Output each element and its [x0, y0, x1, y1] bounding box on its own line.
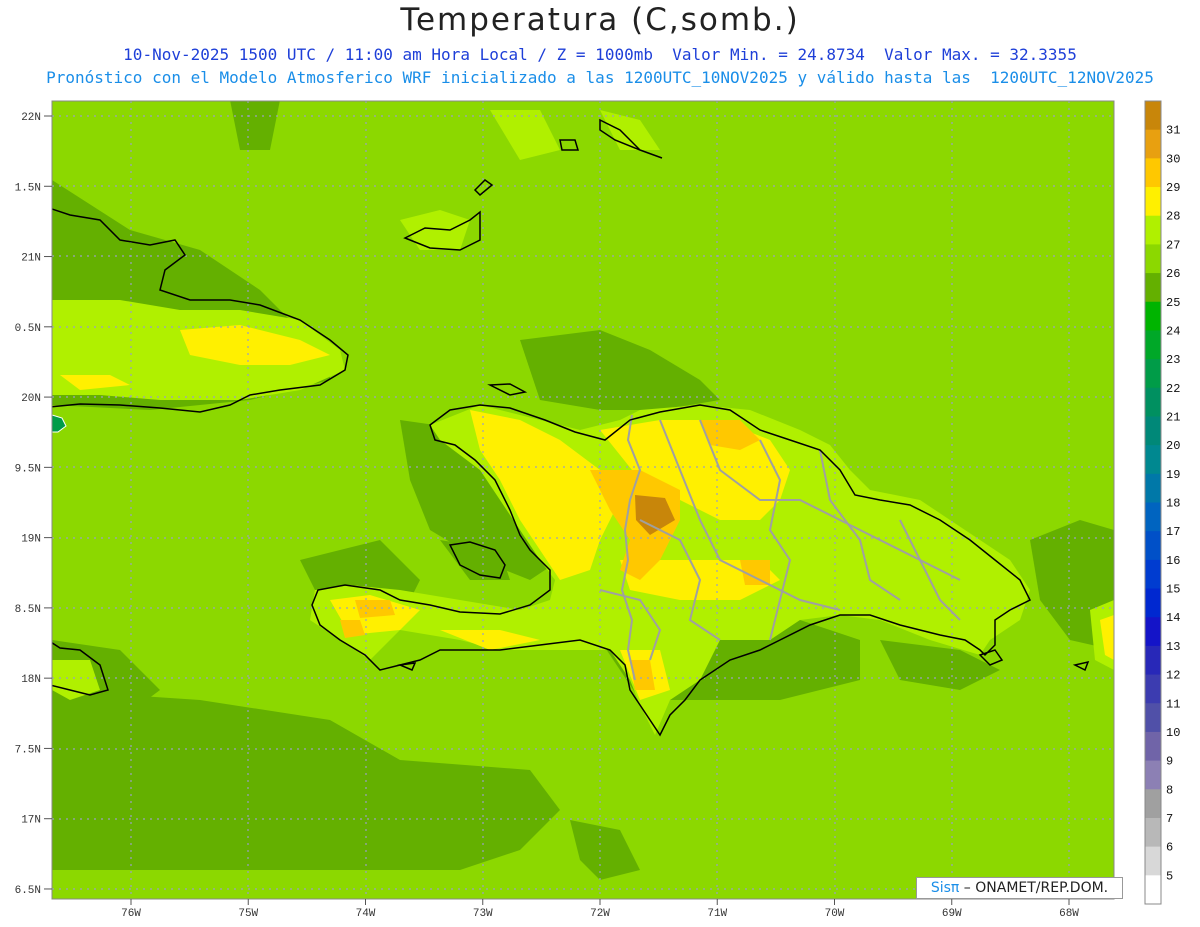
map-field: [52, 101, 1114, 899]
colorbar-label: 15: [1166, 583, 1180, 597]
lon-label: 76W: [121, 908, 141, 920]
colorbar-label: 19: [1166, 468, 1180, 482]
colorbar-label: 31: [1166, 124, 1180, 138]
colorbar-label: 21: [1166, 410, 1180, 424]
colorbar-swatch: [1145, 731, 1161, 762]
colorbar-label: 13: [1166, 640, 1180, 654]
lon-label: 72W: [590, 908, 610, 920]
colorbar-swatch: [1145, 158, 1161, 188]
brand-mark: Sisπ: [930, 880, 960, 896]
colorbar-label: 7: [1166, 812, 1173, 826]
lat-label: 20N: [21, 393, 41, 405]
colorbar-swatch: [1145, 187, 1161, 217]
lat-label: 19N: [21, 534, 41, 546]
colorbar-swatch: [1145, 531, 1161, 561]
colorbar-swatch: [1145, 359, 1161, 389]
colorbar: 31 30 29 28 27 26 25 24 23 22 21 20 19 18 17 16 15 14 13 12…: [1144, 100, 1180, 905]
lon-label: 74W: [356, 908, 376, 920]
colorbar-swatch: [1145, 445, 1161, 475]
colorbar-label: 8: [1166, 783, 1173, 797]
colorbar-swatch: [1145, 244, 1161, 274]
model-info-line: Pronóstico con el Modelo Atmosferico WRF…: [46, 68, 1154, 87]
colorbar-label: 30: [1166, 152, 1180, 166]
colorbar-swatch: [1145, 617, 1161, 647]
colorbar-label: 14: [1166, 611, 1180, 625]
lat-label: 7.5N: [15, 744, 41, 756]
colorbar-swatch: [1145, 760, 1161, 790]
credit-text: – ONAMET/REP.DOM.: [959, 880, 1109, 896]
colorbar-swatch: [1145, 101, 1161, 131]
colorbar-label: 5: [1166, 869, 1173, 883]
colorbar-swatch: [1145, 473, 1161, 503]
lat-label: 6.5N: [15, 885, 41, 897]
lon-label: 69W: [942, 908, 962, 920]
colorbar-label: 28: [1166, 210, 1180, 224]
colorbar-swatch: [1145, 674, 1161, 704]
colorbar-label: 20: [1166, 439, 1180, 453]
colorbar-label: 26: [1166, 267, 1180, 281]
colorbar-swatch: [1145, 273, 1161, 303]
lon-label: 70W: [825, 908, 845, 920]
colorbar-swatch: [1145, 703, 1161, 733]
colorbar-swatch: [1145, 559, 1161, 590]
colorbar-swatch: [1145, 330, 1161, 360]
colorbar-label: 17: [1166, 525, 1180, 539]
longitude-axis: 76W 75W 74W 73W 72W 71W 70W 69W 68W: [121, 899, 1079, 920]
colorbar-swatch: [1145, 846, 1161, 876]
colorbar-label: 22: [1166, 382, 1180, 396]
map-title: Temperatura (C,somb.): [400, 2, 800, 38]
valid-time-line: 10-Nov-2025 1500 UTC / 11:00 am Hora Loc…: [123, 45, 1077, 64]
colorbar-swatch: [1145, 387, 1161, 417]
colorbar-label: 10: [1166, 726, 1180, 740]
colorbar-swatch: [1145, 301, 1161, 331]
colorbar-label: 24: [1166, 324, 1180, 338]
lat-label: 18N: [21, 674, 41, 686]
colorbar-swatch: [1145, 215, 1161, 245]
colorbar-swatch: [1145, 875, 1161, 905]
colorbar-label: 18: [1166, 497, 1180, 511]
colorbar-swatch: [1145, 502, 1161, 532]
lat-label: 8.5N: [15, 604, 41, 616]
colorbar-swatch: [1145, 817, 1161, 848]
lat-label: 1.5N: [15, 182, 41, 194]
colorbar-label: 11: [1166, 697, 1180, 711]
colorbar-label: 9: [1166, 755, 1173, 769]
lat-label: 9.5N: [15, 463, 41, 475]
lon-label: 75W: [238, 908, 258, 920]
colorbar-label: 25: [1166, 296, 1180, 310]
colorbar-label: 23: [1166, 353, 1180, 367]
lon-label: 71W: [707, 908, 727, 920]
lat-label: 0.5N: [15, 323, 41, 335]
lon-label: 73W: [473, 908, 493, 920]
temperature-map: 22N 1.5N 21N 0.5N 20N 9.5N 19N 8.5N 18N 7.5N 17N 6.…: [15, 100, 1180, 920]
colorbar-label: 6: [1166, 841, 1173, 855]
lon-label: 68W: [1059, 908, 1079, 920]
lat-label: 21N: [21, 253, 41, 265]
colorbar-swatch: [1145, 416, 1161, 446]
colorbar-swatch: [1145, 789, 1161, 819]
colorbar-label: 16: [1166, 554, 1180, 568]
lat-label: 22N: [21, 112, 41, 124]
colorbar-swatch: [1145, 645, 1161, 676]
lat-label: 17N: [21, 815, 41, 827]
credit-box: Sisπ – ONAMET/REP.DOM.: [916, 877, 1123, 899]
latitude-axis: 22N 1.5N 21N 0.5N 20N 9.5N 19N 8.5N 18N 7.5N 17N 6.…: [15, 112, 52, 897]
colorbar-label: 12: [1166, 669, 1180, 683]
colorbar-label: 29: [1166, 181, 1180, 195]
colorbar-label: 27: [1166, 238, 1180, 252]
colorbar-swatch: [1145, 588, 1161, 618]
colorbar-swatch: [1145, 129, 1161, 159]
